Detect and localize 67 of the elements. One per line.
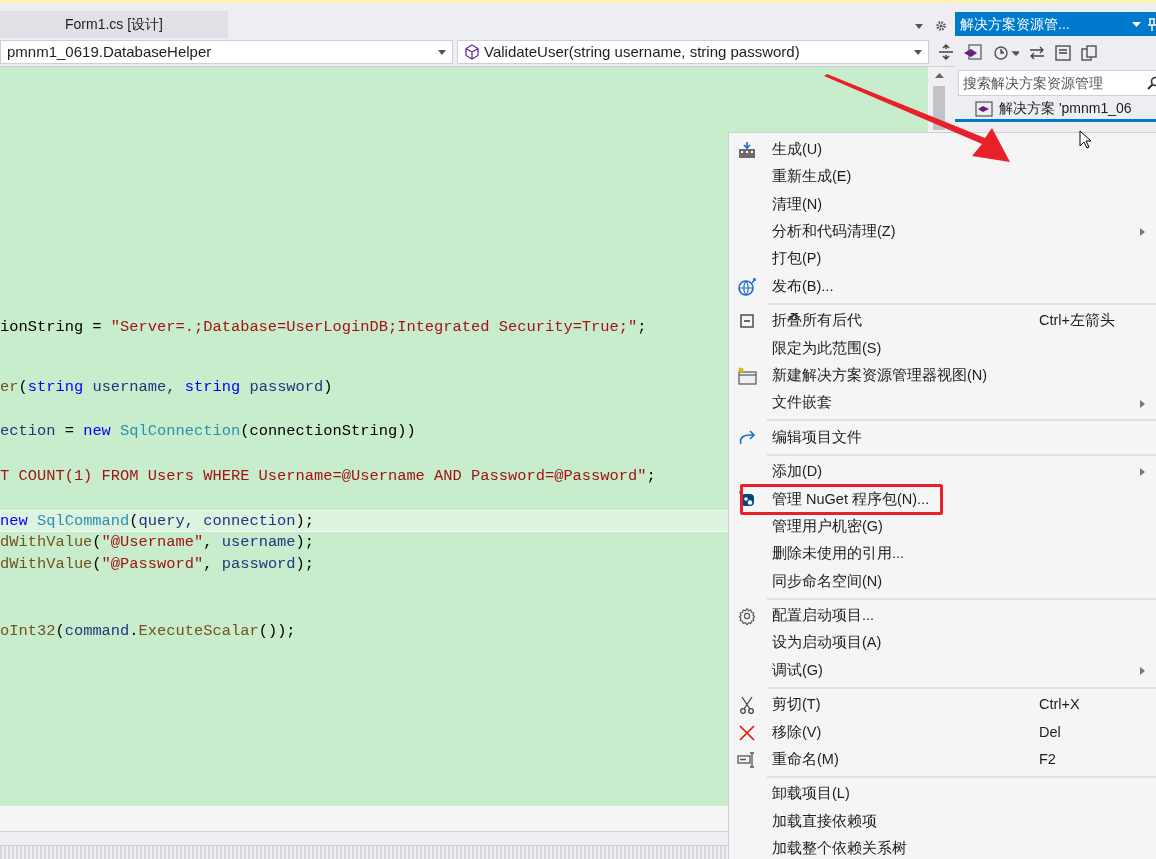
copy-pages-icon[interactable] xyxy=(1081,45,1097,61)
menu-item[interactable]: 配置启动项目... xyxy=(772,605,875,627)
settings-icon xyxy=(738,606,756,625)
sync-arrows-icon[interactable] xyxy=(1029,46,1045,60)
menu-item[interactable]: 删除未使用的引用... xyxy=(772,543,905,566)
menu-item[interactable]: 分析和代码清理(Z) xyxy=(772,221,896,243)
globe-icon xyxy=(737,276,757,297)
menu-item[interactable]: 管理 NuGet 程序包(N)... xyxy=(772,488,930,511)
menu-item[interactable]: 同步命名空间(N) xyxy=(772,570,883,593)
cross-icon xyxy=(739,724,755,741)
menu-item[interactable]: 发布(B)... xyxy=(772,275,834,298)
menu-item[interactable]: 打包(P) xyxy=(772,248,822,271)
menu-item[interactable]: 管理用户机密(G) xyxy=(772,515,883,538)
menu-item[interactable]: 剪切(T) xyxy=(772,694,821,716)
shortcut-label: F2 xyxy=(1039,750,1056,769)
member-dropdown[interactable]: ValidateUser(string username, string password) xyxy=(457,40,929,64)
dropdown-caret-icon[interactable] xyxy=(1132,21,1141,27)
cube-icon xyxy=(464,44,480,60)
search-field[interactable]: 搜索解决方案资源管理 xyxy=(958,70,1156,96)
menu-item[interactable]: 调试(G) xyxy=(772,659,823,682)
menu-item[interactable]: 加载直接依赖项 xyxy=(772,810,877,833)
window-icon xyxy=(737,366,757,385)
code-line: ection = new SqlConnection(connectionString)) xyxy=(0,421,416,442)
menu-item[interactable]: 加载整个依赖关系树 xyxy=(772,838,907,859)
dropdown-caret-icon xyxy=(438,49,446,55)
menu-item[interactable]: 折叠所有后代 xyxy=(772,310,862,332)
menu-item[interactable]: 卸载项目(L) xyxy=(772,783,850,806)
menu-item[interactable]: 生成(U) xyxy=(772,138,823,161)
code-line: dWithValue("@Username", username); xyxy=(0,532,315,553)
menu-item[interactable]: 移除(V) xyxy=(772,721,822,744)
vs-home-icon[interactable] xyxy=(963,44,983,62)
collapse-all-icon[interactable] xyxy=(1055,45,1071,61)
code-line: ionString = "Server=.;Database=UserLoginDB;Integrated Security=True;"; xyxy=(0,317,647,338)
rename-icon xyxy=(737,751,757,768)
shortcut-label: Del xyxy=(1039,722,1061,742)
pin-icon[interactable] xyxy=(1147,17,1156,31)
menu-item[interactable]: 重命名(M) xyxy=(772,749,839,771)
menu-item[interactable]: 新建解决方案资源管理器视图(N) xyxy=(772,364,988,387)
package-icon xyxy=(739,491,755,508)
split-icon[interactable] xyxy=(937,43,955,61)
menu-item[interactable]: 清理(N) xyxy=(772,193,823,216)
menu-item[interactable]: 设为启动项目(A) xyxy=(772,632,882,655)
code-line: er(string username, string password) xyxy=(0,377,333,398)
code-line: oInt32(command.ExecuteScalar()); xyxy=(0,621,296,642)
building-icon xyxy=(738,140,756,159)
panel-title: 解决方案资源管... xyxy=(960,14,1071,34)
menu-item[interactable]: 文件嵌套 xyxy=(772,392,832,415)
collapse-icon xyxy=(740,314,754,329)
code-line: T COUNT(1) FROM Users WHERE Username=@Username AND Password=@Password"; xyxy=(0,466,656,487)
tree-item[interactable]: 解决方案 'pmnm1_06 xyxy=(955,98,1156,122)
scroll-up-icon[interactable] xyxy=(934,73,944,78)
document-tab[interactable]: Form1.cs [设计] xyxy=(0,11,228,38)
shortcut-label: Ctrl+左箭头 xyxy=(1039,311,1116,331)
shortcut-label: Ctrl+X xyxy=(1039,695,1080,715)
menu-item[interactable]: 限定为此范围(S) xyxy=(772,337,882,360)
menu-item[interactable]: 添加(D) xyxy=(772,461,823,483)
type-dropdown[interactable]: pmnm1_0619.DatabaseHelper xyxy=(0,40,453,64)
settings-icon[interactable] xyxy=(935,20,947,32)
dropdown-caret-icon xyxy=(915,23,923,29)
menu-item[interactable]: 编辑项目文件 xyxy=(772,426,862,449)
redo-arrow-icon xyxy=(738,429,756,446)
scissors-icon xyxy=(739,696,755,715)
dropdown-caret-icon xyxy=(914,49,922,55)
code-line: dWithValue("@Password", password); xyxy=(0,554,315,575)
solution-icon xyxy=(975,100,993,117)
history-icon[interactable] xyxy=(993,45,1019,61)
menu-item[interactable]: 重新生成(E) xyxy=(772,166,852,188)
